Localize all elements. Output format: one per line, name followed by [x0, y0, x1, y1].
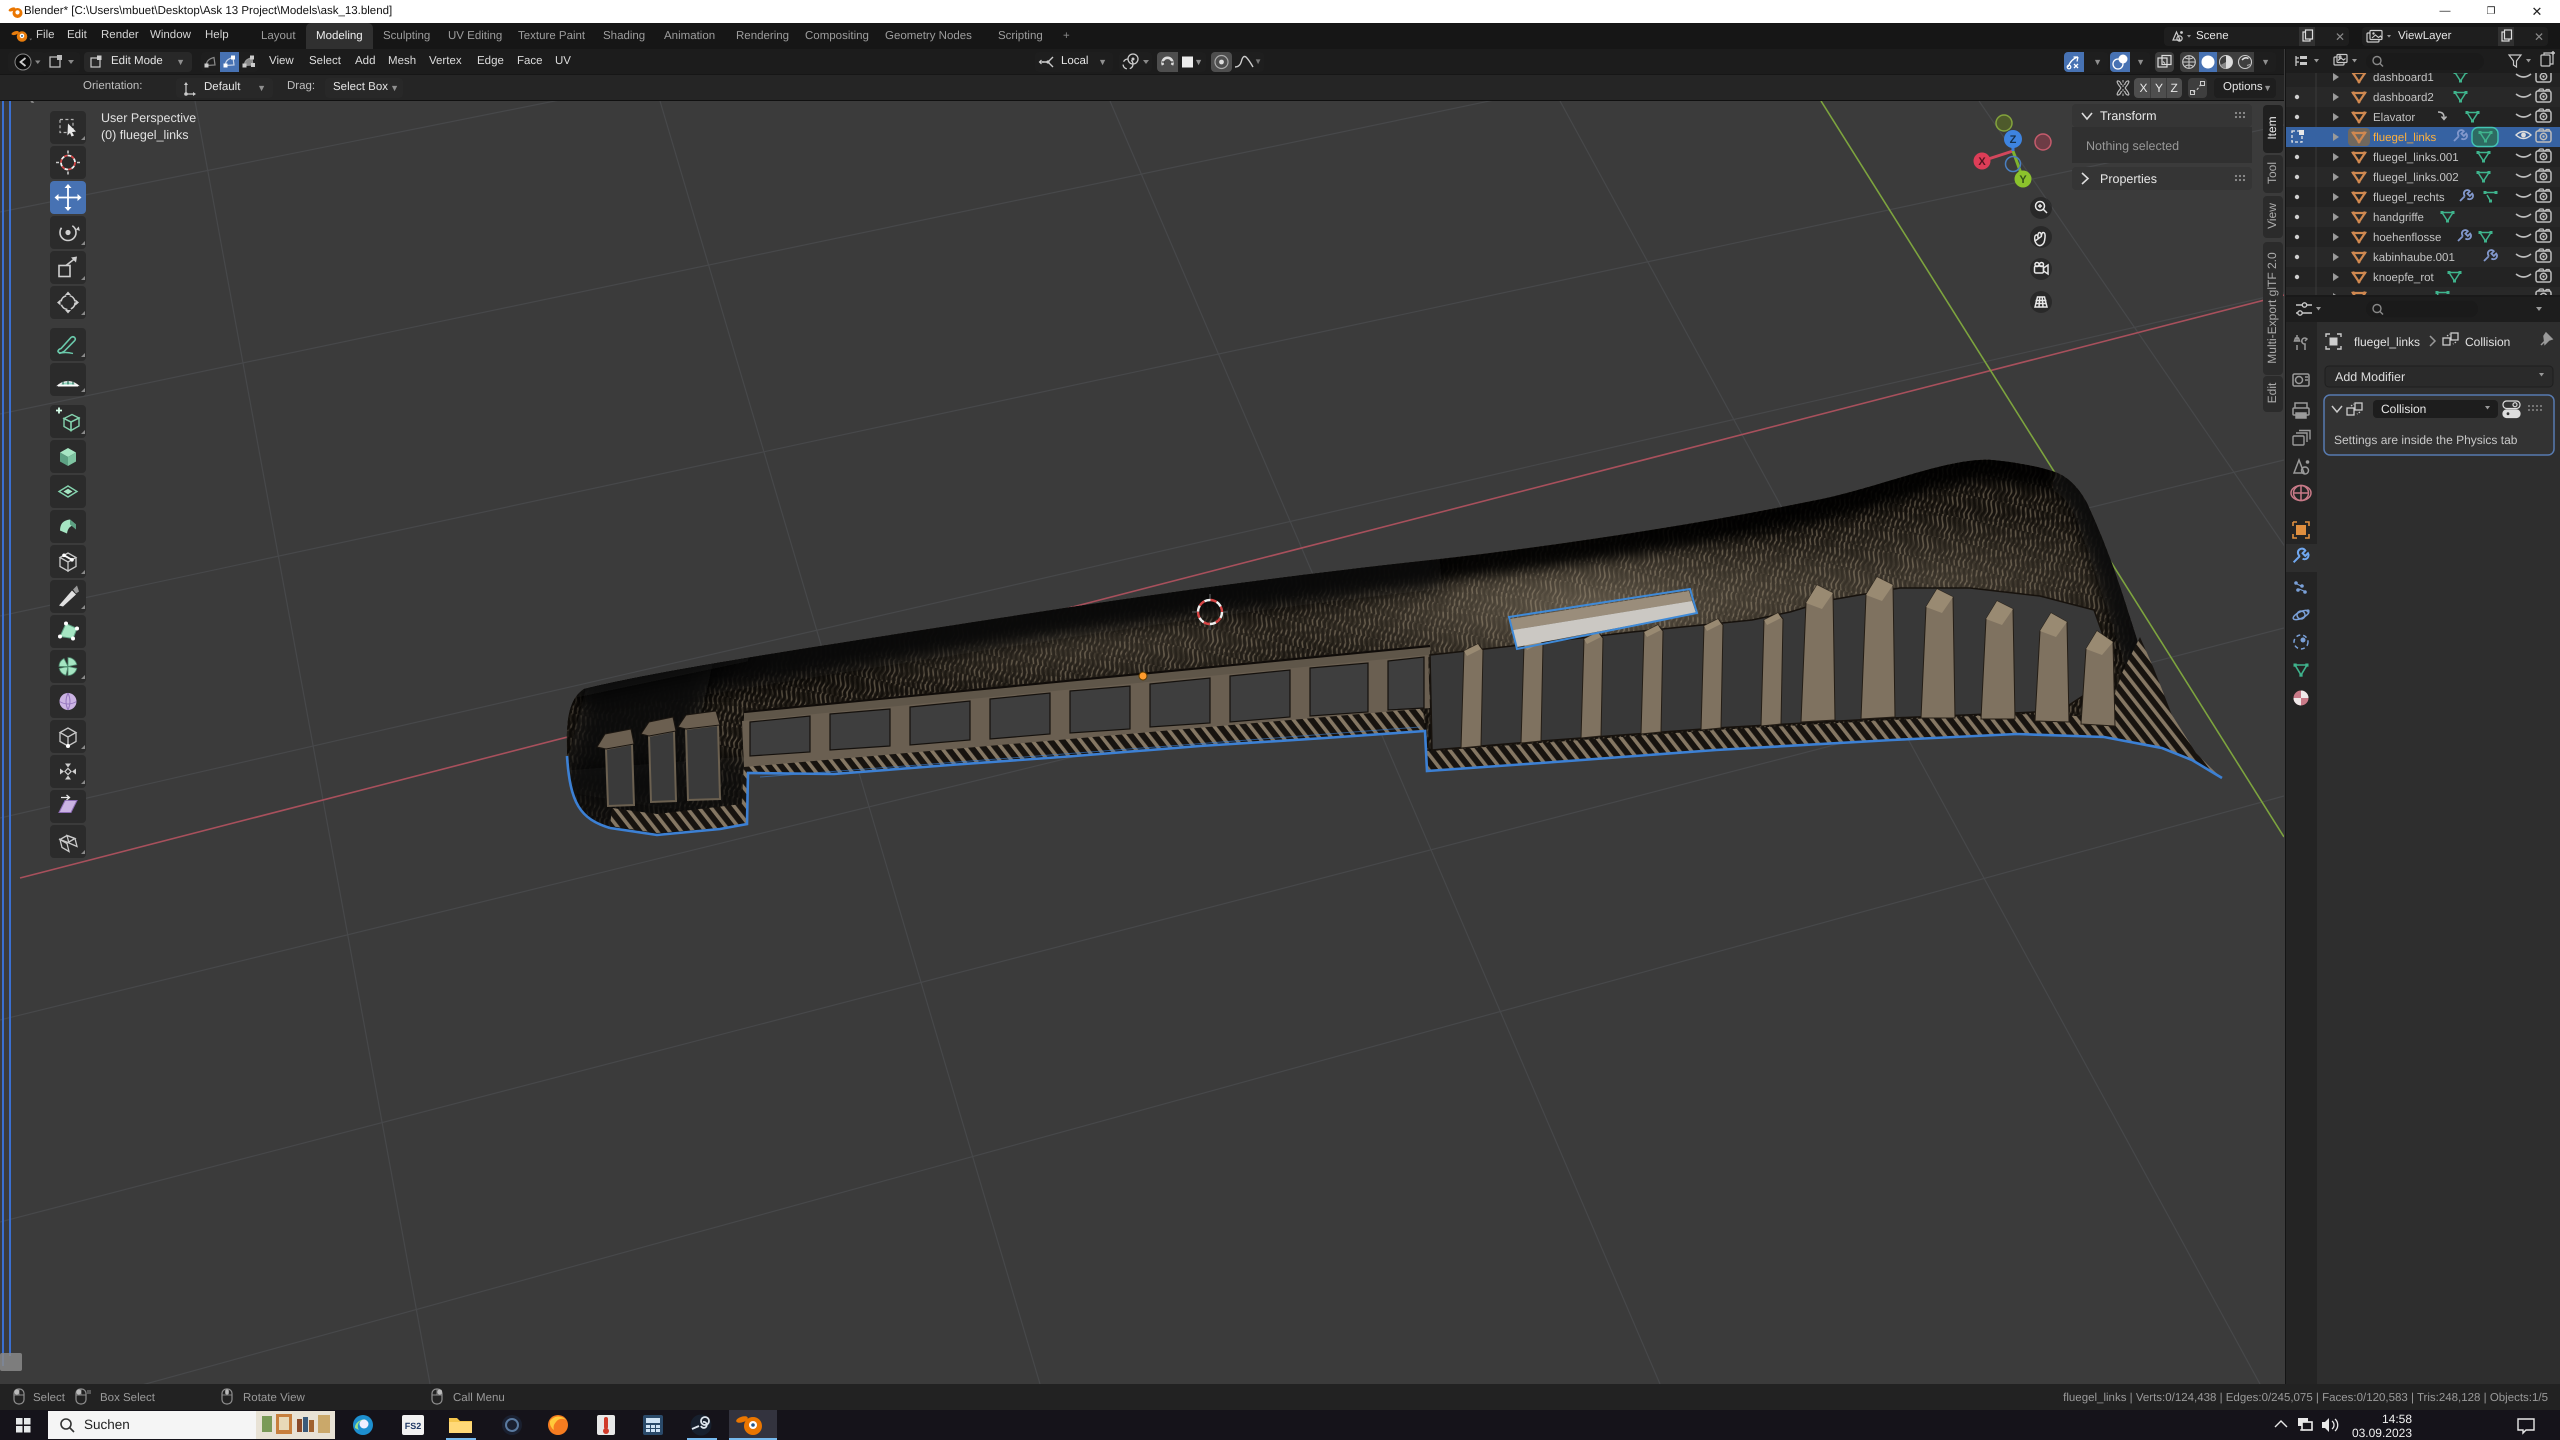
svg-text:Rotate View: Rotate View: [243, 1392, 305, 1404]
svg-text:Y: Y: [2019, 174, 2027, 186]
svg-text:fluegel_links | Verts:0/124,43: fluegel_links | Verts:0/124,438 | Edges:…: [2063, 1392, 2548, 1404]
svg-text:Collision: Collision: [2381, 402, 2426, 416]
svg-text:fluegel_links: fluegel_links: [2354, 335, 2420, 349]
svg-text:Multi-Export glTF 2.0: Multi-Export glTF 2.0: [2265, 252, 2279, 364]
svg-text:dashboard1: dashboard1: [2373, 73, 2434, 84]
svg-text:hoehenflosse: hoehenflosse: [2373, 232, 2441, 244]
svg-text:Edit: Edit: [2265, 382, 2279, 403]
svg-text:Box Select: Box Select: [100, 1392, 156, 1404]
svg-text:Add Modifier: Add Modifier: [2335, 370, 2405, 384]
svg-text:Suchen: Suchen: [84, 1417, 130, 1432]
svg-text:Collision: Collision: [2465, 335, 2510, 349]
svg-text:fluegel_links: fluegel_links: [2373, 132, 2437, 144]
svg-text:14:58: 14:58: [2382, 1412, 2412, 1426]
svg-text:Properties: Properties: [2100, 172, 2157, 186]
svg-text:View: View: [2265, 203, 2279, 229]
svg-text:fluegel_rechts: fluegel_rechts: [2373, 192, 2445, 204]
svg-text:Elavator: Elavator: [2373, 112, 2415, 124]
svg-text:Nothing selected: Nothing selected: [2086, 139, 2179, 153]
svg-text:Z: Z: [2010, 134, 2017, 146]
svg-text:handgriffe: handgriffe: [2373, 212, 2424, 224]
svg-text:Item: Item: [2265, 116, 2279, 139]
svg-text:Transform: Transform: [2100, 109, 2157, 123]
svg-text:X: X: [1978, 156, 1986, 168]
svg-text:User Perspective: User Perspective: [101, 111, 196, 125]
svg-text:03.09.2023: 03.09.2023: [2352, 1426, 2412, 1440]
svg-text:kabinhaube.001: kabinhaube.001: [2373, 252, 2455, 264]
svg-text:fluegel_links.002: fluegel_links.002: [2373, 172, 2459, 184]
svg-text:(0) fluegel_links: (0) fluegel_links: [101, 128, 189, 142]
svg-text:Select: Select: [33, 1392, 66, 1404]
svg-text:dashboard2: dashboard2: [2373, 92, 2434, 104]
svg-text:Settings are inside the Physic: Settings are inside the Physics tab: [2334, 433, 2518, 447]
svg-text:knoepfe_rot: knoepfe_rot: [2373, 272, 2435, 284]
svg-text:Tool: Tool: [2265, 162, 2279, 184]
svg-text:Call Menu: Call Menu: [453, 1392, 505, 1404]
svg-text:fluegel_links.001: fluegel_links.001: [2373, 152, 2459, 164]
svg-text:FS2: FS2: [405, 1421, 422, 1431]
